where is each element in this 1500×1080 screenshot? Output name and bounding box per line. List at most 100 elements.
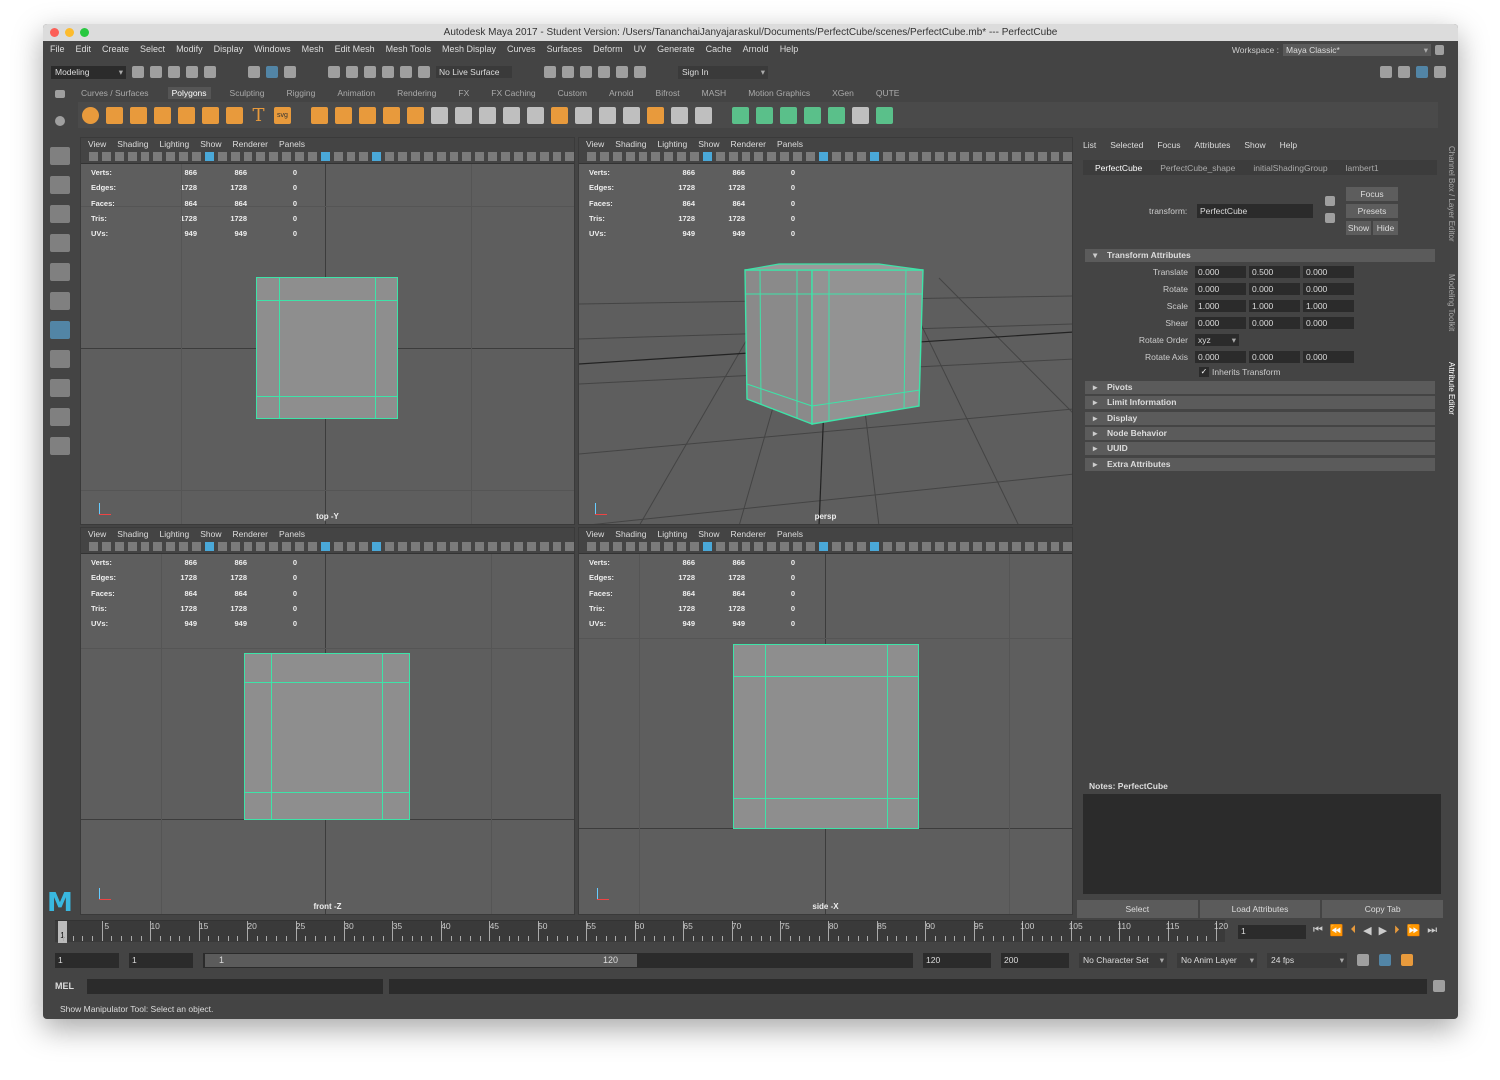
insert-edge-loop-icon[interactable]	[599, 106, 616, 124]
multi-cut-icon[interactable]	[503, 106, 520, 124]
viewport-tool-icon[interactable]	[385, 152, 394, 161]
viewport-tool-icon[interactable]	[1024, 152, 1034, 161]
poly-torus-icon[interactable]	[178, 106, 195, 124]
viewport-tool-icon[interactable]	[89, 152, 98, 161]
transform-attributes-section[interactable]: Transform Attributes	[1085, 249, 1435, 262]
workspace-dropdown[interactable]: Maya Classic*	[1283, 44, 1431, 56]
viewport-tool-icon[interactable]	[372, 542, 382, 551]
viewport-tool-icon[interactable]	[587, 152, 596, 161]
viewport-menu-panels[interactable]: Panels	[777, 139, 803, 149]
snap-point-icon[interactable]	[364, 66, 376, 78]
move-tool-icon[interactable]	[49, 234, 70, 252]
viewport-tool-icon[interactable]	[999, 542, 1008, 551]
viewport-tool-icon[interactable]	[818, 152, 828, 161]
persp-graph-layout-icon[interactable]	[49, 408, 70, 426]
viewport-tool-icon[interactable]	[625, 152, 635, 161]
shelf-tab-rendering[interactable]: Rendering	[394, 88, 439, 98]
viewport-tool-icon[interactable]	[346, 542, 356, 551]
focus-output-icon[interactable]	[1325, 213, 1335, 223]
viewport-tool-icon[interactable]	[526, 542, 536, 551]
quad-draw-icon[interactable]	[575, 106, 592, 124]
offset-edge-loop-icon[interactable]	[623, 106, 640, 124]
rotate-axis-y-field[interactable]: 0.000	[1249, 351, 1300, 363]
menu-cache[interactable]: Cache	[706, 44, 732, 54]
character-set-dropdown[interactable]: No Character Set	[1079, 952, 1167, 968]
viewport-tool-icon[interactable]	[127, 152, 137, 161]
viewport-tool-icon[interactable]	[140, 152, 150, 161]
connect-icon[interactable]	[551, 106, 568, 124]
redo-icon[interactable]	[204, 66, 216, 78]
attr-menu-focus[interactable]: Focus	[1157, 140, 1180, 150]
new-scene-icon[interactable]	[132, 66, 144, 78]
viewport-side[interactable]: View Shading Lighting Show Renderer Panels Ve…	[578, 527, 1073, 915]
attr-menu-help[interactable]: Help	[1280, 140, 1297, 150]
mel-input[interactable]	[86, 978, 383, 994]
mel-label[interactable]: MEL	[55, 981, 81, 991]
shelf-settings-icon[interactable]	[55, 116, 65, 126]
section-uuid[interactable]: UUID	[1085, 442, 1435, 456]
node-tab[interactable]: PerfectCube	[1095, 163, 1142, 173]
snap-view-icon[interactable]	[382, 66, 394, 78]
shear-y-field[interactable]: 0.000	[1249, 317, 1300, 329]
viewport-tool-icon[interactable]	[243, 542, 253, 551]
scale-x-field[interactable]: 1.000	[1195, 300, 1246, 312]
viewport-tool-icon[interactable]	[908, 152, 918, 161]
viewport-tool-icon[interactable]	[282, 152, 291, 161]
shelf-tab-motion-graphics[interactable]: Motion Graphics	[745, 88, 813, 98]
viewport-tool-icon[interactable]	[243, 152, 253, 161]
snap-surface-icon[interactable]	[400, 66, 412, 78]
select-button[interactable]: Select	[1077, 900, 1198, 918]
viewport-tool-icon[interactable]	[934, 152, 944, 161]
poly-text-icon[interactable]: T	[250, 106, 267, 124]
inherits-transform-checkbox[interactable]: ✓	[1199, 367, 1209, 377]
shelf-tab-xgen[interactable]: XGen	[829, 88, 857, 98]
character-controls-icon[interactable]	[1398, 66, 1410, 78]
spherical-map-icon[interactable]	[780, 106, 797, 124]
paint-select-tool-icon[interactable]	[49, 205, 70, 223]
viewport-tool-icon[interactable]	[831, 152, 841, 161]
attr-menu-list[interactable]: List	[1083, 140, 1096, 150]
viewport-menu-show[interactable]: Show	[698, 529, 719, 539]
viewport-tool-icon[interactable]	[844, 152, 854, 161]
menu-curves[interactable]: Curves	[507, 44, 536, 54]
attr-menu-selected[interactable]: Selected	[1110, 140, 1143, 150]
notes-textarea[interactable]	[1083, 794, 1441, 894]
copy-tab-button[interactable]: Copy Tab	[1322, 900, 1444, 918]
script-editor-icon[interactable]	[1433, 980, 1445, 992]
show-manipulator-tool-icon[interactable]	[49, 321, 70, 339]
viewport-tool-icon[interactable]	[767, 152, 777, 161]
scale-z-field[interactable]: 1.000	[1303, 300, 1354, 312]
viewport-tool-icon[interactable]	[1063, 152, 1072, 161]
viewport-tool-icon[interactable]	[153, 152, 163, 161]
playback-start-field[interactable]: 1	[129, 952, 193, 968]
viewport-menu-show[interactable]: Show	[698, 139, 719, 149]
menu-create[interactable]: Create	[102, 44, 129, 54]
viewport-tool-icon[interactable]	[690, 152, 699, 161]
loop-icon[interactable]	[1357, 954, 1369, 966]
fill-hole-icon[interactable]	[647, 106, 664, 124]
current-frame-field[interactable]: 1	[1238, 925, 1306, 939]
viewport-tool-icon[interactable]	[475, 152, 485, 161]
hypershade-icon[interactable]	[616, 66, 628, 78]
scale-y-field[interactable]: 1.000	[1249, 300, 1300, 312]
viewport-tool-icon[interactable]	[410, 542, 420, 551]
select-hierarchy-icon[interactable]	[248, 66, 260, 78]
viewport-tool-icon[interactable]	[999, 152, 1008, 161]
range-handle[interactable]	[205, 953, 637, 967]
mirror-icon[interactable]	[407, 106, 424, 124]
viewport-tool-icon[interactable]	[526, 152, 536, 161]
select-component-icon[interactable]	[284, 66, 296, 78]
viewport-tool-icon[interactable]	[986, 152, 995, 161]
snap-grid-icon[interactable]	[328, 66, 340, 78]
viewport-menu-shading[interactable]: Shading	[117, 529, 148, 539]
smooth-icon[interactable]	[359, 106, 376, 124]
viewport-tool-icon[interactable]	[1024, 542, 1034, 551]
menu-mesh-display[interactable]: Mesh Display	[442, 44, 496, 54]
viewport-tool-icon[interactable]	[973, 542, 983, 551]
viewport-tool-icon[interactable]	[101, 152, 111, 161]
rotate-axis-z-field[interactable]: 0.000	[1303, 351, 1354, 363]
go-to-start-icon[interactable]: ⏮	[1313, 924, 1323, 937]
poly-cube-icon[interactable]	[106, 106, 123, 124]
bevel-icon[interactable]	[479, 106, 496, 124]
viewport-menu-show[interactable]: Show	[200, 529, 221, 539]
